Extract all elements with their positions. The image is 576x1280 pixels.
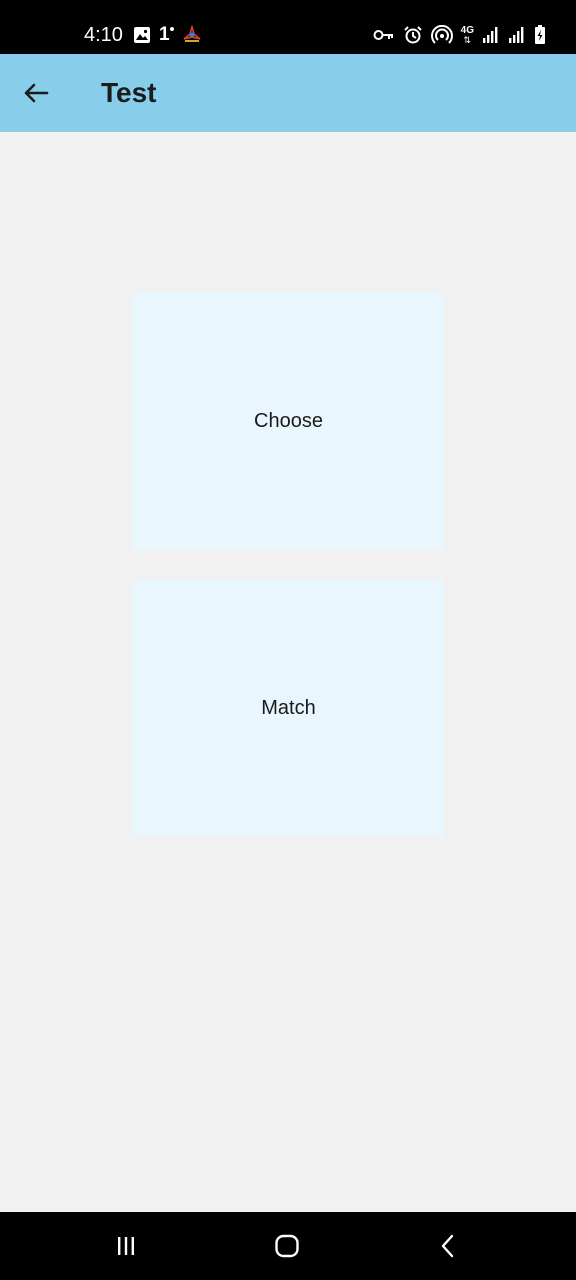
status-right-icons: 4G ⇅	[373, 24, 546, 46]
signal-icon	[509, 27, 524, 43]
page-title: Test	[101, 77, 157, 108]
alarm-icon	[403, 26, 422, 44]
choose-card-label: Choose	[254, 410, 323, 432]
system-back-button[interactable]	[426, 1226, 470, 1266]
match-card-label: Match	[261, 697, 316, 719]
vpn-key-icon	[373, 30, 393, 40]
app-bar: Test	[0, 54, 576, 132]
back-chevron-icon	[441, 1234, 454, 1258]
hotspot-icon	[430, 25, 453, 44]
status-time: 4:10	[84, 24, 123, 46]
match-card[interactable]: Match	[133, 579, 444, 837]
system-nav-bar	[0, 1212, 576, 1280]
notification-count: 1	[159, 24, 170, 45]
home-icon	[275, 1234, 299, 1258]
back-button[interactable]	[14, 71, 58, 115]
choose-card[interactable]: Choose	[133, 292, 444, 550]
home-button[interactable]	[265, 1226, 309, 1266]
signal-icon	[483, 27, 498, 43]
status-left-icons: 1	[133, 24, 202, 46]
battery-icon	[535, 25, 545, 44]
app-logo-icon	[183, 25, 201, 42]
arrow-left-icon	[24, 83, 49, 103]
network-4g-icon: 4G ⇅	[460, 25, 474, 45]
recents-icon	[118, 1237, 134, 1255]
image-icon	[134, 27, 150, 43]
recents-button[interactable]	[104, 1226, 148, 1266]
status-bar: 4:10 1 4G ⇅	[0, 0, 576, 54]
notification-1-icon: 1	[159, 25, 174, 45]
